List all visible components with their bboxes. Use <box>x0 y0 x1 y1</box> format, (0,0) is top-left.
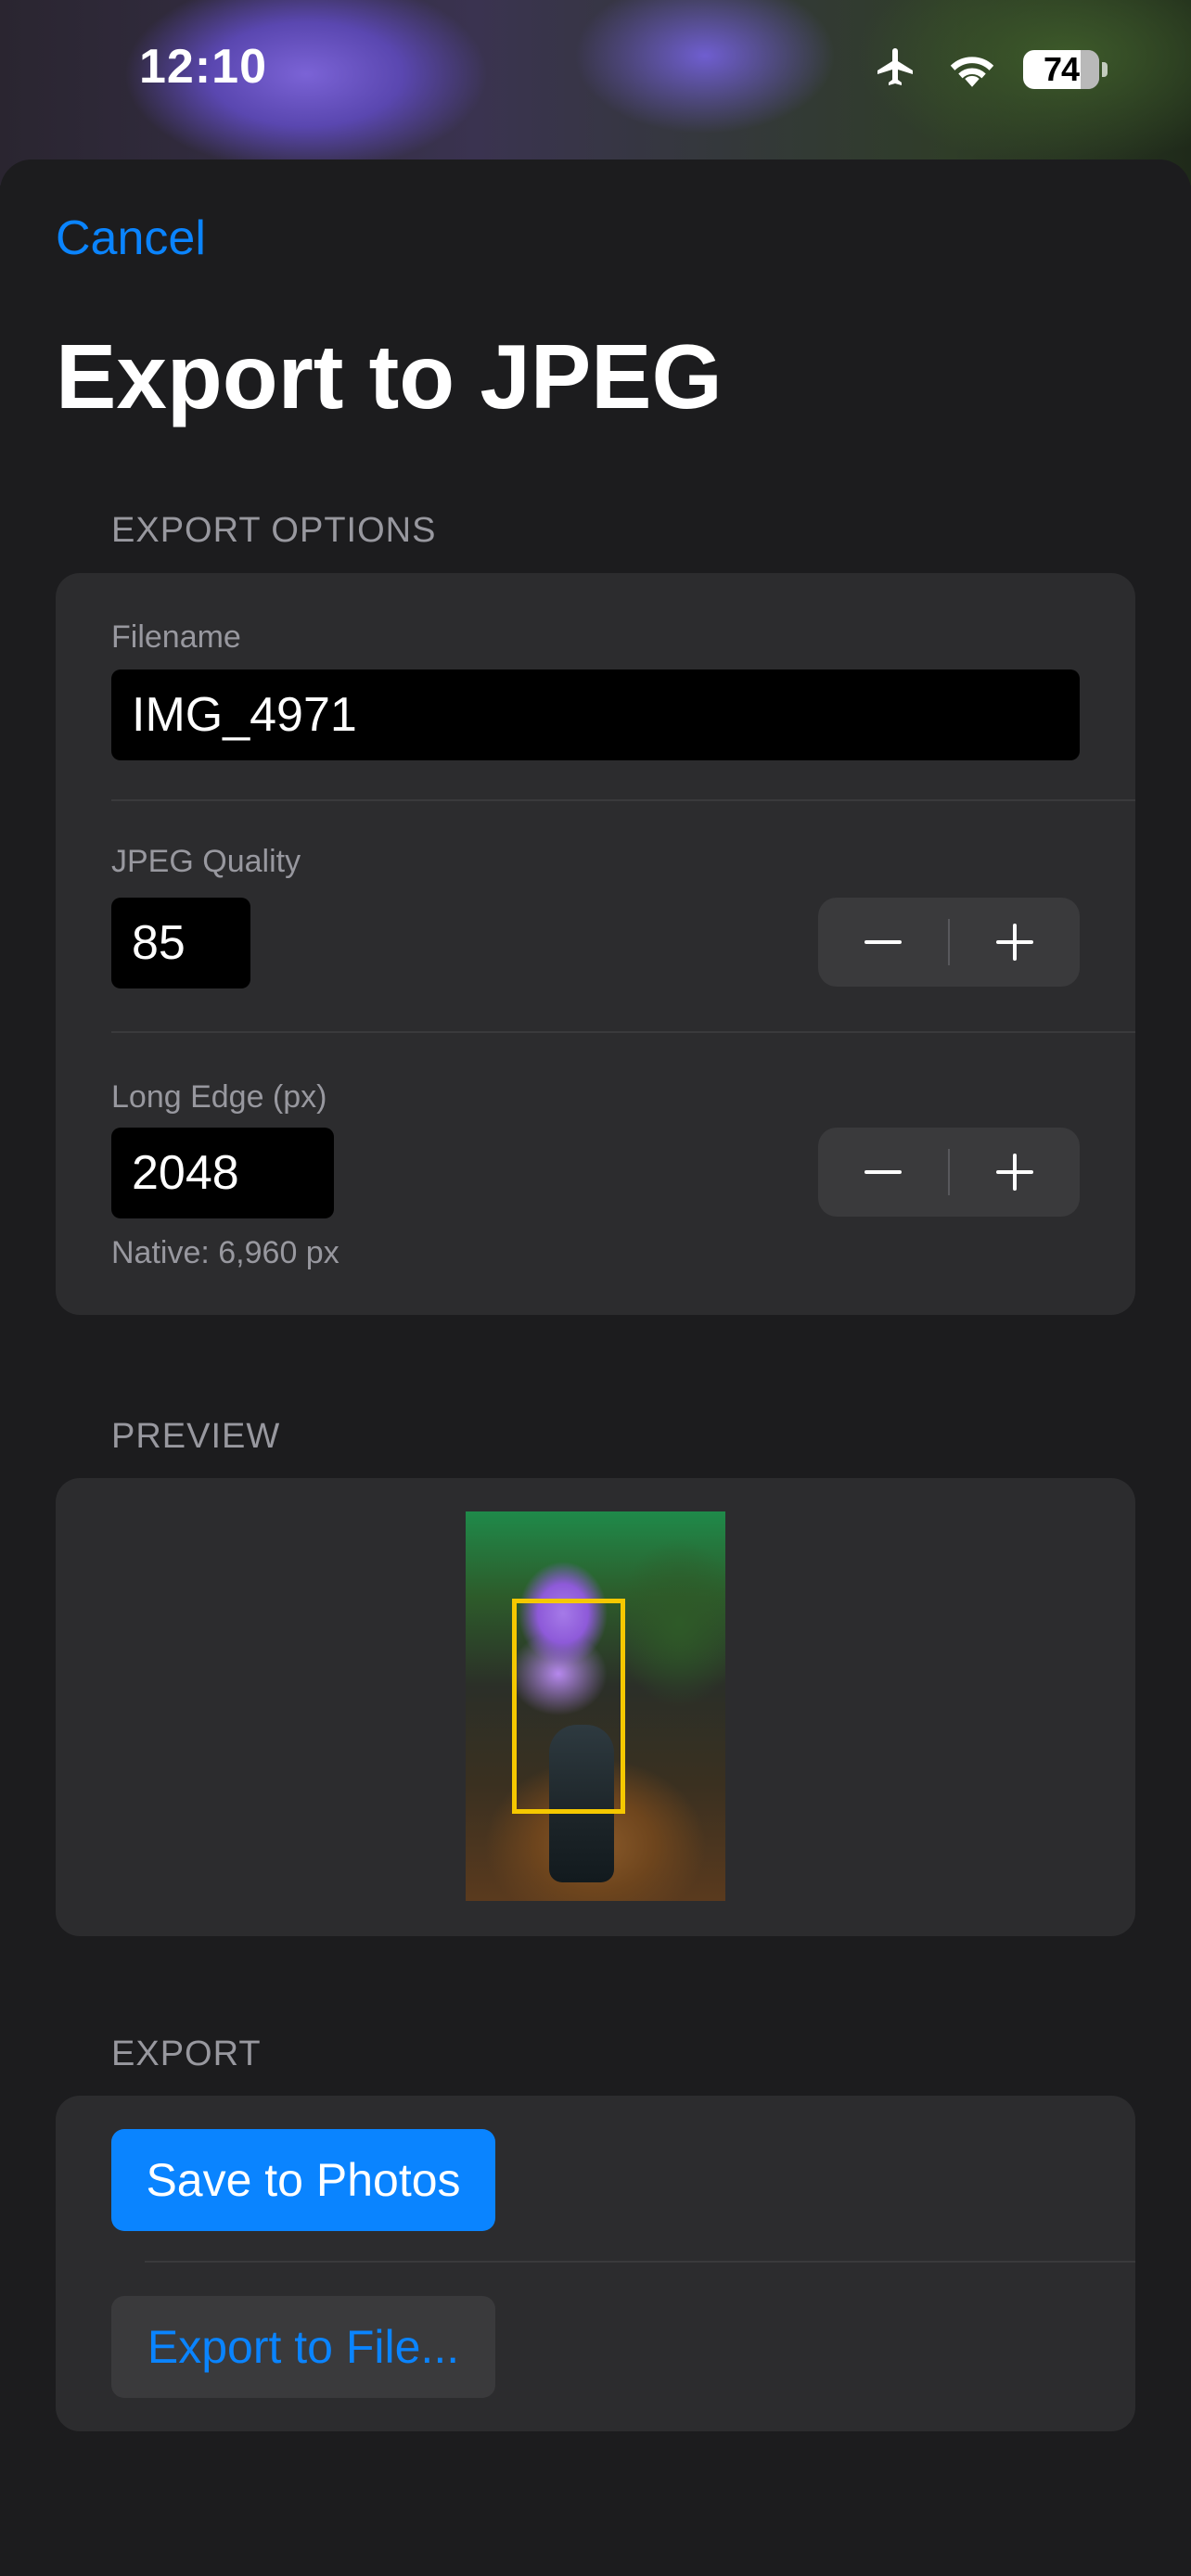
cancel-button[interactable]: Cancel <box>56 210 206 266</box>
filename-field[interactable] <box>111 670 1080 760</box>
save-to-photos-button[interactable]: Save to Photos <box>111 2129 495 2231</box>
minus-icon <box>864 940 902 944</box>
wifi-icon <box>945 45 999 93</box>
preview-group <box>56 1478 1135 1936</box>
battery-indicator: 74 <box>1023 49 1108 89</box>
section-header-preview: PREVIEW <box>111 1417 281 1456</box>
divider <box>145 2261 1135 2263</box>
long-edge-increment-button[interactable] <box>950 1128 1080 1217</box>
long-edge-label: Long Edge (px) <box>111 1079 327 1115</box>
export-group: Save to Photos Export to File... <box>56 2096 1135 2431</box>
page-title: Export to JPEG <box>56 325 723 427</box>
section-header-export: EXPORT <box>111 2034 262 2073</box>
airplane-icon <box>871 45 921 94</box>
quality-increment-button[interactable] <box>950 898 1080 987</box>
divider <box>111 799 1135 801</box>
quality-decrement-button[interactable] <box>818 898 948 987</box>
status-bar: 12:10 74 <box>0 0 1191 139</box>
plus-icon <box>996 924 1033 961</box>
native-size-note: Native: 6,960 px <box>111 1235 339 1270</box>
status-icons: 74 <box>871 45 1108 94</box>
crop-frame[interactable] <box>512 1599 625 1814</box>
filename-label: Filename <box>111 619 241 655</box>
minus-icon <box>864 1170 902 1174</box>
jpeg-quality-field[interactable] <box>111 898 250 988</box>
battery-icon: 74 <box>1023 49 1099 89</box>
export-sheet: Cancel Export to JPEG EXPORT OPTIONS Fil… <box>0 159 1191 2576</box>
export-options-group: Filename JPEG Quality Long Edge (px) <box>56 573 1135 1315</box>
export-to-file-button[interactable]: Export to File... <box>111 2296 495 2398</box>
jpeg-quality-stepper <box>818 898 1080 987</box>
battery-percent: 74 <box>1043 49 1080 88</box>
section-header-export-options: EXPORT OPTIONS <box>111 511 437 550</box>
long-edge-field[interactable] <box>111 1128 334 1218</box>
jpeg-quality-label: JPEG Quality <box>111 844 301 879</box>
long-edge-decrement-button[interactable] <box>818 1128 948 1217</box>
divider <box>111 1031 1135 1033</box>
plus-icon <box>996 1154 1033 1191</box>
status-time: 12:10 <box>139 40 267 94</box>
long-edge-stepper <box>818 1128 1080 1217</box>
